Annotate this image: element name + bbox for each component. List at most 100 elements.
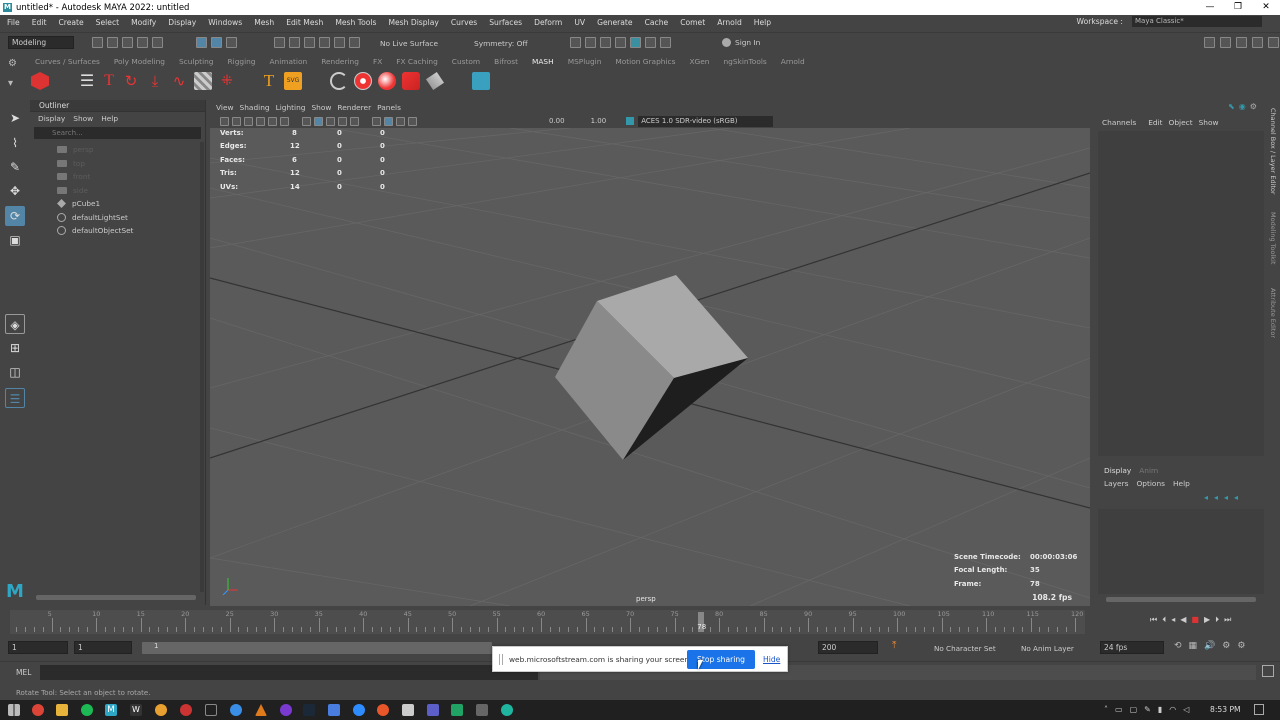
menu-edit[interactable]: Edit xyxy=(25,18,52,27)
shelf-tab-poly-modeling[interactable]: Poly Modeling xyxy=(107,55,172,68)
menu-set-dropdown[interactable]: Modeling xyxy=(8,36,74,49)
menu-display[interactable]: Display xyxy=(161,18,201,27)
shelf-tab-animation[interactable]: Animation xyxy=(263,55,315,68)
excel-icon[interactable] xyxy=(451,704,463,716)
mash-python-icon[interactable] xyxy=(472,72,490,90)
exposure-field[interactable]: 0.00 xyxy=(549,117,565,125)
scale-tool-icon[interactable]: ▣ xyxy=(5,230,25,250)
menu-deform[interactable]: Deform xyxy=(527,18,567,27)
mash-refresh-icon[interactable]: ↻ xyxy=(122,72,140,90)
pause-icon[interactable] xyxy=(660,37,671,48)
firefox-icon[interactable] xyxy=(377,704,389,716)
shelf-tab-curves-surfaces[interactable]: Curves / Surfaces xyxy=(28,55,107,68)
loop-icon[interactable]: ⟲ xyxy=(1174,641,1182,651)
channel-menu-channels[interactable]: Channels xyxy=(1102,118,1136,127)
step-back-frame-icon[interactable]: ◂ xyxy=(1171,615,1175,625)
modeling-toolkit-icon[interactable] xyxy=(1204,37,1215,48)
menu-uv[interactable]: UV xyxy=(567,18,590,27)
render-current-frame-icon[interactable] xyxy=(570,37,581,48)
shelf-settings-gear-icon[interactable]: ⚙ xyxy=(8,58,20,70)
mash-outliner-icon[interactable]: ☰ xyxy=(78,72,96,90)
play-forward-icon[interactable]: ▶ xyxy=(1204,615,1210,625)
app-window-icon[interactable] xyxy=(205,704,217,716)
wireframe-icon[interactable] xyxy=(302,116,311,126)
shadows-icon[interactable] xyxy=(350,116,359,126)
shelf-tab-mash[interactable]: MASH xyxy=(525,55,561,68)
app-gold-icon[interactable] xyxy=(155,704,167,716)
shelf-tab-msplugin[interactable]: MSPlugin xyxy=(561,55,609,68)
symmetry-dropdown[interactable]: Symmetry: Off xyxy=(474,39,528,48)
notifications-icon[interactable] xyxy=(1254,704,1264,715)
attribute-icon[interactable]: ◉ xyxy=(1239,102,1246,111)
outliner-item[interactable]: front xyxy=(30,170,205,184)
live-surface-label[interactable]: No Live Surface xyxy=(380,39,438,48)
viewport-menu-show[interactable]: Show xyxy=(311,103,331,112)
attribute-editor-icon[interactable] xyxy=(1220,37,1231,48)
snap-curve-icon[interactable] xyxy=(289,37,300,48)
bookmarks-icon[interactable] xyxy=(244,116,253,126)
outliner-scrollbar[interactable] xyxy=(200,142,204,592)
shelf-tab-fx[interactable]: FX xyxy=(366,55,389,68)
mash-scatter-icon[interactable]: ⁜ xyxy=(218,72,236,90)
app-gray-icon[interactable] xyxy=(402,704,414,716)
move-layer-down-icon[interactable]: ◂ xyxy=(1214,493,1218,502)
layout-icon[interactable] xyxy=(1268,37,1279,48)
move-tool-icon[interactable]: ✥ xyxy=(5,181,25,201)
app-purple-icon[interactable] xyxy=(280,704,292,716)
image-plane-icon[interactable] xyxy=(256,116,265,126)
shelf-tab-custom[interactable]: Custom xyxy=(445,55,487,68)
four-view-icon[interactable]: ⊞ xyxy=(5,338,25,358)
teams-icon[interactable] xyxy=(427,704,439,716)
shelf-tab-bifrost[interactable]: Bifrost xyxy=(487,55,525,68)
shelf-tab-rendering[interactable]: Rendering xyxy=(314,55,366,68)
tray-network-icon[interactable]: ▭ xyxy=(1115,705,1123,714)
menu-generate[interactable]: Generate xyxy=(590,18,637,27)
shelf-menu-icon[interactable]: ▾ xyxy=(8,78,20,90)
select-hierarchy-icon[interactable] xyxy=(196,37,207,48)
channel-menu-object[interactable]: Object xyxy=(1169,118,1193,127)
mash-placer-icon[interactable] xyxy=(426,72,444,90)
channel-box-area[interactable] xyxy=(1098,131,1264,456)
outliner-horizontal-scrollbar[interactable] xyxy=(36,595,196,600)
ipr-render-icon[interactable] xyxy=(585,37,596,48)
camera-attributes-icon[interactable] xyxy=(232,116,241,126)
spotify-icon[interactable] xyxy=(81,704,93,716)
play-backward-icon[interactable]: ◀ xyxy=(1180,615,1186,625)
new-scene-icon[interactable] xyxy=(92,37,103,48)
mash-flight-icon[interactable] xyxy=(378,72,396,90)
cache-icon[interactable]: ▦ xyxy=(1189,641,1198,651)
mash-world-icon[interactable] xyxy=(354,72,372,90)
select-camera-icon[interactable] xyxy=(220,116,229,126)
mash-network-icon[interactable] xyxy=(31,72,49,90)
mash-text-icon[interactable]: T xyxy=(100,72,118,90)
app-w-icon[interactable]: W xyxy=(130,704,142,716)
outliner-search-input[interactable]: Search... xyxy=(34,127,201,139)
render-settings-icon[interactable] xyxy=(600,37,611,48)
fps-dropdown[interactable]: 24 fps xyxy=(1100,641,1164,654)
animation-prefs-icon[interactable]: ⚙ xyxy=(1237,641,1245,651)
outliner-item[interactable]: side xyxy=(30,184,205,198)
snap-grid-icon[interactable] xyxy=(274,37,285,48)
channel-menu-show[interactable]: Show xyxy=(1199,118,1219,127)
shelf-tab-motion-graphics[interactable]: Motion Graphics xyxy=(608,55,682,68)
layer-scrollbar[interactable] xyxy=(1106,597,1256,602)
menu-comet[interactable]: Comet xyxy=(673,18,710,27)
mash-dynamics-icon[interactable] xyxy=(330,72,348,90)
viewport-menu-shading[interactable]: Shading xyxy=(240,103,270,112)
app-dark-icon[interactable] xyxy=(476,704,488,716)
mash-grid-icon[interactable] xyxy=(194,72,212,90)
mash-trails-icon[interactable] xyxy=(402,72,420,90)
single-perspective-view-icon[interactable]: ◈ xyxy=(5,314,25,334)
go-to-end-icon[interactable]: ⏭ xyxy=(1224,615,1231,625)
save-scene-icon[interactable] xyxy=(122,37,133,48)
snap-point-icon[interactable] xyxy=(304,37,315,48)
maximize-button[interactable]: ❐ xyxy=(1224,0,1252,15)
svg-tool-icon[interactable]: SVG xyxy=(284,72,302,90)
outliner-item[interactable]: top xyxy=(30,157,205,171)
viewport-menu-lighting[interactable]: Lighting xyxy=(276,103,306,112)
windows-start-icon[interactable] xyxy=(8,704,20,716)
app-teal-icon[interactable] xyxy=(501,704,513,716)
viewport-persp[interactable]: View Shading Lighting Show Renderer Pane… xyxy=(210,101,1090,606)
outliner-menu-help[interactable]: Help xyxy=(101,114,118,123)
file-explorer-icon[interactable] xyxy=(56,704,68,716)
